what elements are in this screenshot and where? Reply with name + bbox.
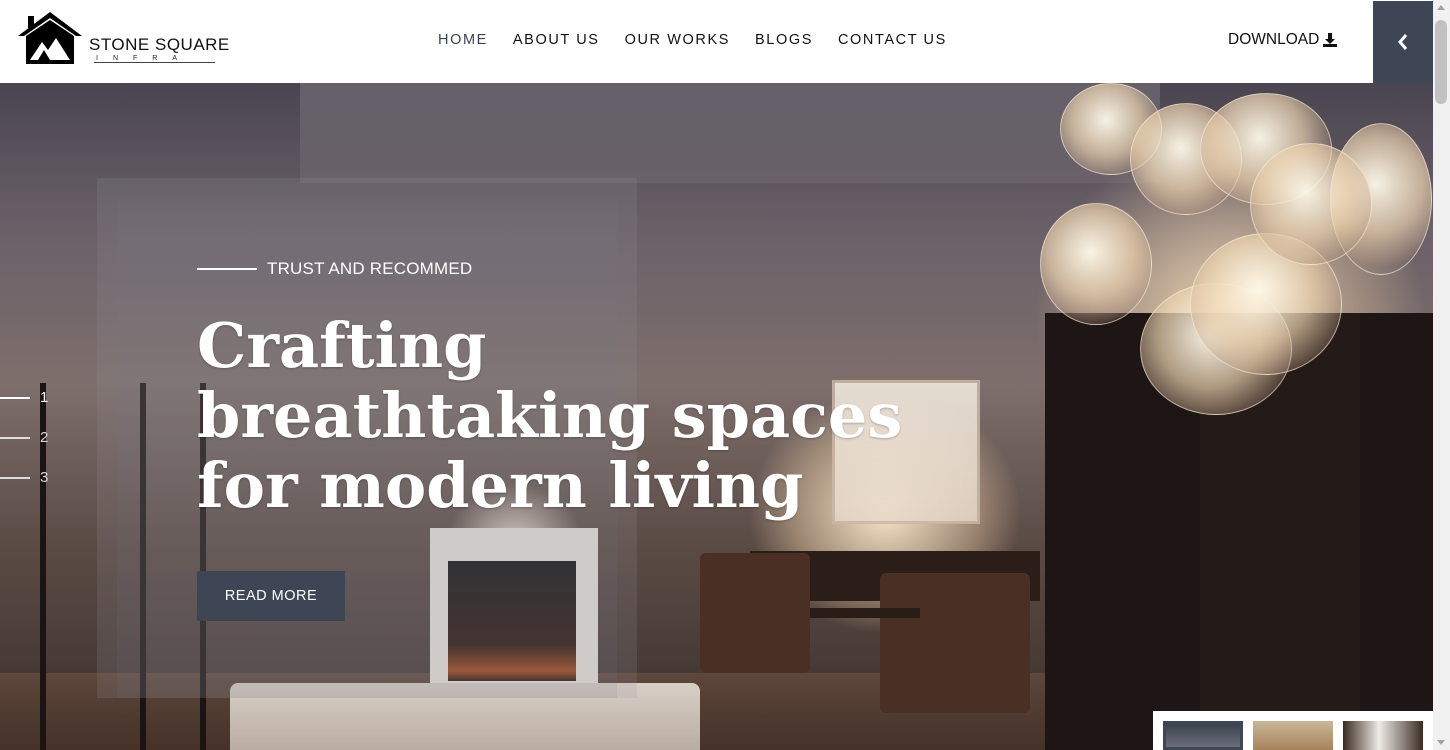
slide-indicator-2[interactable]: 2 <box>0 429 48 446</box>
hero-bg-armchair <box>880 573 1030 713</box>
house-logo-icon <box>18 12 82 64</box>
hero-headline: Crafting breathtaking spaces for modern … <box>197 309 903 522</box>
slide-indicator-3[interactable]: 3 <box>0 469 48 486</box>
brand-name: STONE SQUARE <box>89 35 230 54</box>
chevron-left-icon <box>1398 34 1408 50</box>
page-scrollbar[interactable] <box>1433 0 1450 750</box>
hero-bg-coffee-table <box>810 608 920 618</box>
nav-item-contact-us[interactable]: CONTACT US <box>838 32 947 48</box>
download-label: DOWNLOAD <box>1228 31 1320 48</box>
slide-indicator-label: 2 <box>40 429 49 446</box>
site-header: STONE SQUARE INFRA HOME ABOUT US OUR WOR… <box>0 0 1433 83</box>
eyebrow-line <box>197 268 257 270</box>
nav-item-home[interactable]: HOME <box>438 32 488 48</box>
sidebar-toggle-button[interactable] <box>1373 1 1433 83</box>
hero-bg-chandelier <box>1250 143 1372 265</box>
hero-bg-armchair <box>700 553 810 673</box>
download-button[interactable]: DOWNLOAD <box>1228 31 1338 49</box>
slide-thumbnail-1[interactable] <box>1163 721 1243 750</box>
brand-divider <box>94 62 215 63</box>
slide-indicator-label: 3 <box>40 469 49 486</box>
download-icon <box>1323 33 1338 47</box>
hero-eyebrow-text: TRUST AND RECOMMED <box>267 259 473 278</box>
slide-thumbnails <box>1153 711 1433 750</box>
hero-bg-ceiling <box>300 83 1160 183</box>
slide-indicator-label: 1 <box>40 389 49 406</box>
slide-indicator-bar <box>0 436 30 439</box>
read-more-button[interactable]: READ MORE <box>197 571 345 621</box>
nav-item-about-us[interactable]: ABOUT US <box>513 32 600 48</box>
slide-thumbnail-2[interactable] <box>1253 721 1333 750</box>
hero-eyebrow: TRUST AND RECOMMED <box>197 259 472 279</box>
nav-item-blogs[interactable]: BLOGS <box>755 32 813 48</box>
slide-indicator-bar <box>0 396 30 399</box>
hero-slider: 1 2 3 TRUST AND RECOMMED Crafting breath… <box>0 83 1433 750</box>
scroll-down-icon[interactable] <box>1437 740 1445 745</box>
slide-indicator-1[interactable]: 1 <box>0 389 48 406</box>
slide-indicator-bar <box>0 476 30 479</box>
nav-item-our-works[interactable]: OUR WORKS <box>625 32 730 48</box>
scroll-up-icon[interactable] <box>1437 5 1445 10</box>
scroll-thumb[interactable] <box>1435 20 1447 104</box>
brand-tagline: INFRA <box>96 55 192 62</box>
brand-logo[interactable]: STONE SQUARE INFRA <box>16 10 229 68</box>
main-nav: HOME ABOUT US OUR WORKS BLOGS CONTACT US <box>438 32 972 48</box>
slide-thumbnail-3[interactable] <box>1343 721 1423 750</box>
hero-bg-chandelier <box>1040 203 1152 325</box>
